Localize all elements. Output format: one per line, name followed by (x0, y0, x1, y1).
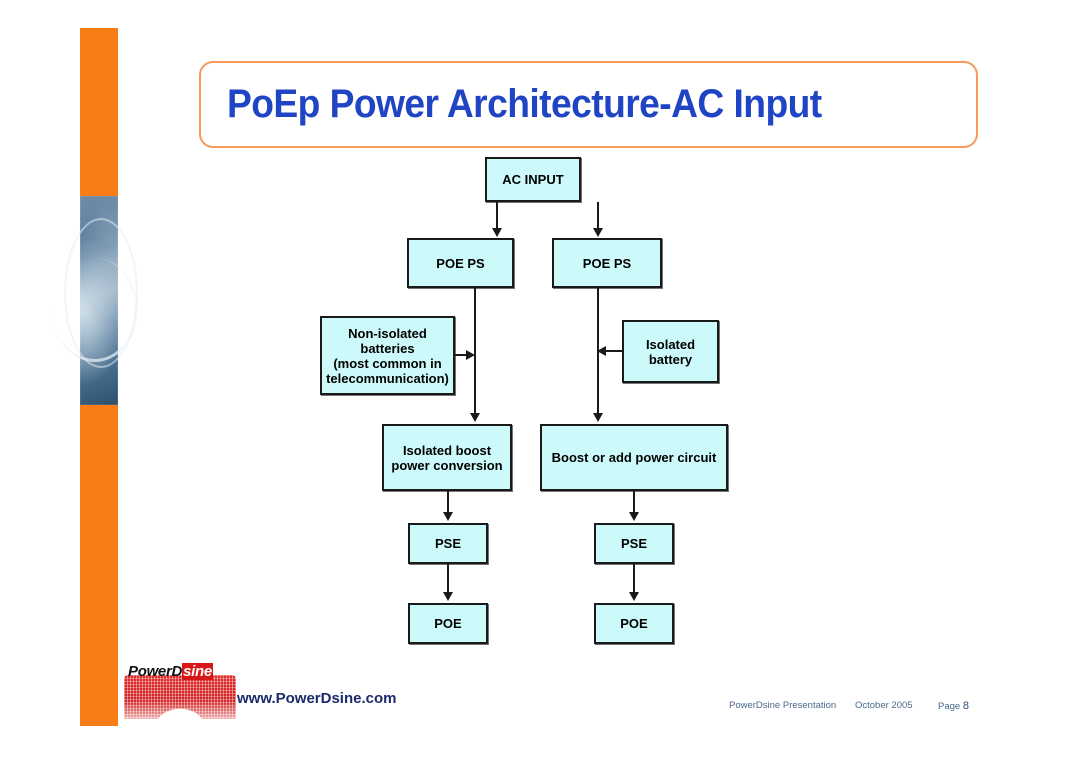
node-isolated-battery-label: Isolated battery (645, 336, 696, 367)
node-poe-ps-left[interactable]: POE PS (407, 238, 514, 288)
node-ac-input[interactable]: AC INPUT (485, 157, 581, 202)
arrowhead-pse-left-to-poe-left (443, 592, 453, 601)
node-poe-right[interactable]: POE (594, 603, 674, 644)
footer-date: October 2005 (855, 700, 913, 711)
arrowhead-pse-right-to-poe-right (629, 592, 639, 601)
footer-page: Page 8 (938, 700, 969, 712)
node-non-isolated-batteries[interactable]: Non-isolated batteries (most common in t… (320, 316, 455, 395)
node-pse-left[interactable]: PSE (408, 523, 488, 564)
edge-ac-input-to-poe-ps-left (496, 202, 498, 229)
power-architecture-flowchart: AC INPUT POE PS POE PS Non-isolated batt… (0, 0, 1080, 763)
arrowhead-poe-ps-right-to-boost-or-add (593, 413, 603, 422)
node-pse-right-label: PSE (620, 536, 647, 551)
website-url[interactable]: www.PowerDsine.com (237, 690, 397, 707)
arrowhead-non-isolated-batteries-to-left-trunk (466, 350, 475, 360)
node-poe-ps-right-label: POE PS (582, 255, 632, 271)
node-pse-left-label: PSE (434, 536, 461, 551)
edge-isolated-boost-to-pse-left (447, 491, 449, 513)
node-poe-ps-left-label: POE PS (436, 255, 485, 271)
node-poe-ps-right[interactable]: POE PS (552, 238, 662, 288)
node-poe-left-label: POE (434, 616, 462, 631)
presentation-slide: PoEp Power Architecture-AC Input AC INPU… (0, 0, 1080, 763)
arrowhead-isolated-battery-to-right-trunk (597, 346, 606, 356)
edge-ac-input-to-poe-ps-right (597, 202, 599, 229)
logo-wordmark-black: PowerD (128, 663, 183, 680)
node-non-isolated-batteries-label: Non-isolated batteries (most common in t… (326, 325, 449, 386)
footer-page-number: 8 (962, 700, 969, 712)
node-isolated-boost-power-conversion[interactable]: Isolated boost power conversion (382, 424, 512, 491)
node-boost-or-add-power-circuit[interactable]: Boost or add power circuit (540, 424, 728, 491)
node-poe-left[interactable]: POE (408, 603, 488, 644)
arrowhead-poe-ps-left-to-isolated-boost (470, 413, 480, 422)
footer-page-label: Page (938, 701, 963, 712)
node-poe-right-label: POE (620, 616, 648, 631)
edge-pse-left-to-poe-left (447, 564, 449, 593)
arrowhead-isolated-boost-to-pse-left (443, 512, 453, 521)
logo-wordmark: PowerDsine (128, 663, 213, 680)
footer-presentation-name: PowerDsine Presentation (729, 700, 837, 711)
edge-boost-or-add-to-pse-right (633, 491, 635, 513)
arrowhead-ac-input-to-poe-ps-right (593, 228, 603, 237)
node-pse-right[interactable]: PSE (594, 523, 674, 564)
logo-wave-graphic (124, 675, 236, 719)
edge-pse-right-to-poe-right (633, 564, 635, 593)
node-isolated-battery[interactable]: Isolated battery (622, 320, 719, 383)
arrowhead-ac-input-to-poe-ps-left (492, 228, 502, 237)
node-ac-input-label: AC INPUT (502, 172, 564, 187)
powerdsine-logo: PowerDsine (124, 661, 236, 719)
node-boost-or-add-power-circuit-label: Boost or add power circuit (551, 450, 717, 465)
node-isolated-boost-power-conversion-label: Isolated boost power conversion (391, 442, 503, 473)
edge-isolated-battery-to-right-trunk (606, 350, 623, 352)
logo-wordmark-red: sine (182, 663, 213, 680)
arrowhead-boost-or-add-to-pse-right (629, 512, 639, 521)
